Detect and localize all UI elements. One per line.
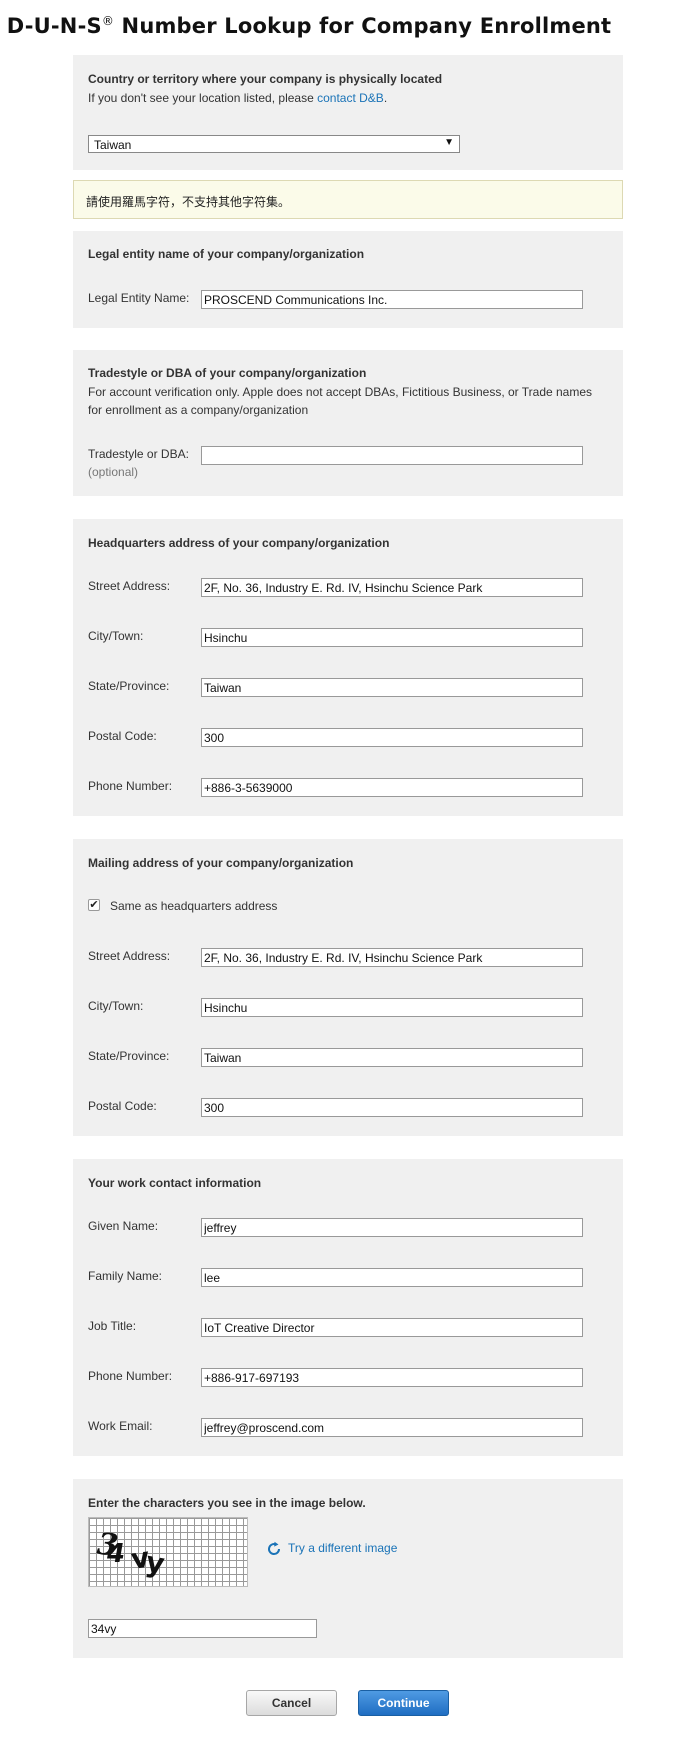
captcha-input[interactable]: [88, 1619, 317, 1638]
hq-city-input[interactable]: [201, 628, 583, 647]
job-title-label: Job Title:: [88, 1319, 137, 1333]
work-email-label: Work Email:: [88, 1419, 153, 1433]
hq-heading: Headquarters address of your company/org…: [88, 536, 390, 550]
page-title: D-U-N-S® Number Lookup for Company Enrol…: [6, 14, 612, 38]
mail-postal-label: Postal Code:: [88, 1099, 157, 1113]
try-different-image-link[interactable]: Try a different image: [266, 1541, 397, 1557]
charset-notice: 請使用羅馬字符，不支持其他字符集。: [73, 180, 623, 219]
cancel-button[interactable]: Cancel: [246, 1690, 337, 1716]
optional-note: (optional): [88, 465, 139, 479]
hq-phone-label: Phone Number:: [88, 779, 173, 793]
country-select[interactable]: Taiwan ▼: [88, 135, 460, 153]
contact-phone-label: Phone Number:: [88, 1369, 173, 1383]
country-help: If you don't see your location listed, p…: [88, 91, 388, 105]
tradestyle-heading: Tradestyle or DBA of your company/organi…: [88, 366, 367, 380]
given-name-input[interactable]: [201, 1218, 583, 1237]
contact-heading: Your work contact information: [88, 1176, 262, 1190]
hq-street-input[interactable]: [201, 578, 583, 597]
refresh-icon: [268, 1541, 281, 1555]
mailing-section: Mailing address of your company/organiza…: [73, 839, 623, 1136]
mailing-heading: Mailing address of your company/organiza…: [88, 856, 354, 870]
svg-text:4: 4: [104, 1539, 127, 1569]
legal-entity-input[interactable]: [201, 290, 583, 309]
work-email-input[interactable]: [201, 1418, 583, 1437]
captcha-image: 3 4 v y: [88, 1517, 248, 1587]
family-name-input[interactable]: [201, 1268, 583, 1287]
mail-state-label: State/Province:: [88, 1049, 170, 1063]
hq-postal-label: Postal Code:: [88, 729, 157, 743]
mail-postal-input[interactable]: [201, 1098, 583, 1117]
mail-street-label: Street Address:: [88, 949, 171, 963]
contact-section: Your work contact information Given Name…: [73, 1159, 623, 1456]
mail-city-label: City/Town:: [88, 999, 144, 1013]
contact-phone-input[interactable]: [201, 1368, 583, 1387]
given-name-label: Given Name:: [88, 1219, 159, 1233]
tradestyle-input[interactable]: [201, 446, 583, 465]
headquarters-section: Headquarters address of your company/org…: [73, 519, 623, 816]
registered-mark: ®: [101, 14, 115, 28]
captcha-section: Enter the characters you see in the imag…: [73, 1479, 623, 1658]
hq-state-input[interactable]: [201, 678, 583, 697]
hq-phone-input[interactable]: [201, 778, 583, 797]
country-heading: Country or territory where your company …: [88, 72, 443, 86]
legal-heading: Legal entity name of your company/organi…: [88, 247, 365, 261]
legal-entity-label: Legal Entity Name:: [88, 291, 190, 305]
job-title-input[interactable]: [201, 1318, 583, 1337]
continue-button[interactable]: Continue: [358, 1690, 449, 1716]
tradestyle-desc: For account verification only. Apple doe…: [88, 385, 593, 417]
country-select-value: Taiwan: [94, 138, 132, 152]
contact-dnb-link[interactable]: contact D&B: [317, 91, 384, 105]
same-as-hq-label: Same as headquarters address: [110, 899, 278, 913]
dropdown-arrow-icon: ▼: [444, 137, 454, 148]
tradestyle-label: Tradestyle or DBA: (optional): [88, 447, 189, 479]
tradestyle-section: Tradestyle or DBA of your company/organi…: [73, 350, 623, 496]
hq-postal-input[interactable]: [201, 728, 583, 747]
hq-city-label: City/Town:: [88, 629, 144, 643]
mail-state-input[interactable]: [201, 1048, 583, 1067]
country-section: Country or territory where your company …: [73, 55, 623, 170]
mail-street-input[interactable]: [201, 948, 583, 967]
hq-state-label: State/Province:: [88, 679, 170, 693]
family-name-label: Family Name:: [88, 1269, 163, 1283]
hq-street-label: Street Address:: [88, 579, 171, 593]
same-as-hq-checkbox[interactable]: ✔: [88, 899, 100, 911]
captcha-heading: Enter the characters you see in the imag…: [88, 1496, 366, 1510]
legal-entity-section: Legal entity name of your company/organi…: [73, 231, 623, 328]
mail-city-input[interactable]: [201, 998, 583, 1017]
